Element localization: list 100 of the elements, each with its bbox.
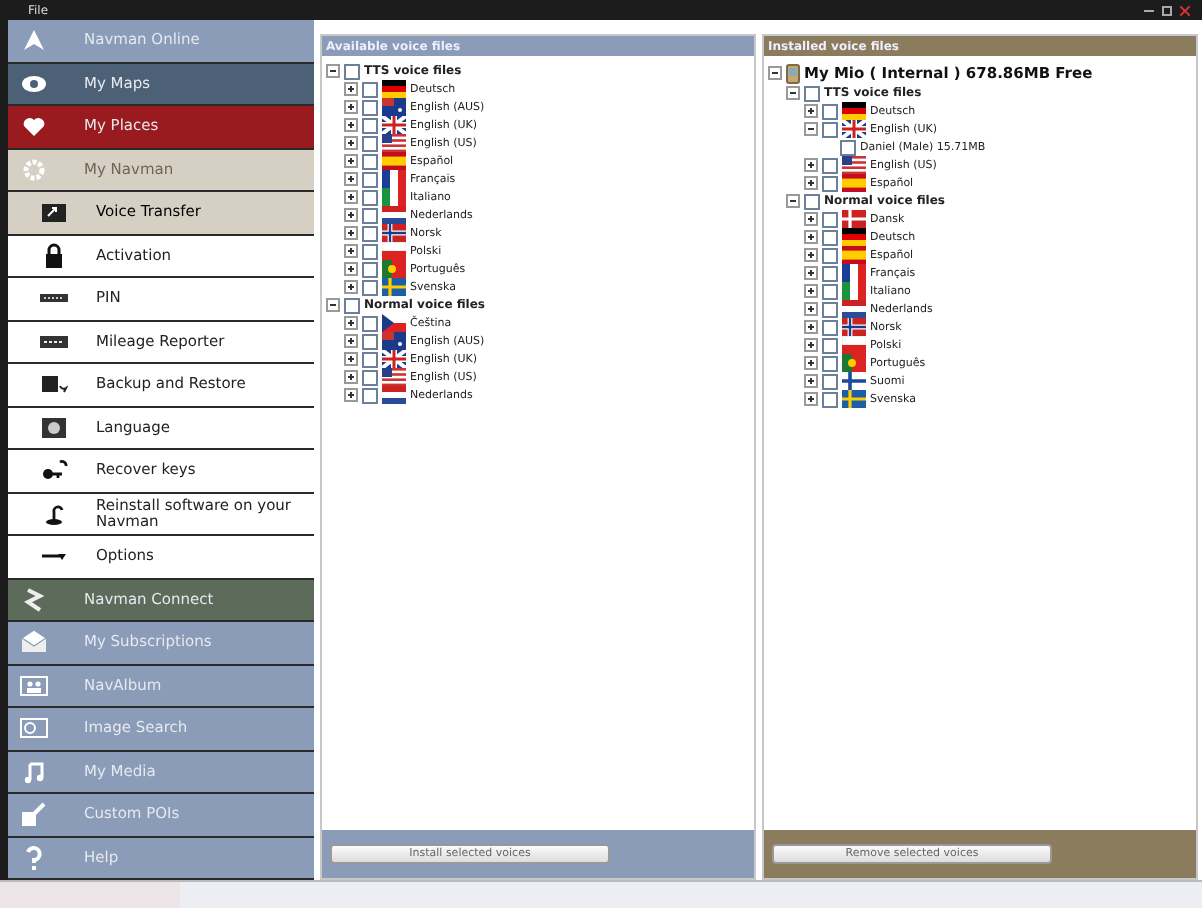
heart-icon — [20, 112, 48, 141]
padlock-icon — [40, 241, 68, 270]
checkbox[interactable] — [822, 121, 838, 137]
expand-icon[interactable] — [804, 266, 818, 280]
minimize-icon[interactable] — [1144, 7, 1154, 13]
checkbox[interactable] — [362, 243, 378, 259]
expand-icon[interactable] — [804, 284, 818, 298]
expand-icon[interactable] — [344, 100, 358, 114]
expand-icon[interactable] — [344, 316, 358, 330]
expand-icon[interactable] — [344, 154, 358, 168]
checkbox[interactable] — [362, 261, 378, 277]
checkbox[interactable] — [362, 207, 378, 223]
close-icon[interactable] — [1180, 5, 1190, 15]
checkbox[interactable] — [362, 369, 378, 385]
checkbox[interactable] — [822, 337, 838, 353]
checkbox[interactable] — [362, 279, 378, 295]
checkbox[interactable] — [822, 301, 838, 317]
checkbox[interactable] — [362, 81, 378, 97]
music-note-icon — [20, 757, 48, 786]
checkbox[interactable] — [362, 315, 378, 331]
camera-icon — [20, 714, 48, 743]
expand-icon[interactable] — [804, 158, 818, 172]
flag-icon — [842, 300, 866, 318]
flag-icon — [842, 102, 866, 120]
collapse-icon[interactable] — [786, 86, 800, 100]
flag-icon — [382, 368, 406, 386]
flag-icon — [842, 282, 866, 300]
checkbox[interactable] — [362, 333, 378, 349]
expand-icon[interactable] — [804, 104, 818, 118]
gear-icon — [20, 155, 48, 184]
collapse-icon[interactable] — [804, 122, 818, 136]
checkbox[interactable] — [344, 63, 360, 79]
checkbox[interactable] — [362, 351, 378, 367]
checkbox[interactable] — [822, 283, 838, 299]
flag-icon — [842, 318, 866, 336]
expand-icon[interactable] — [804, 320, 818, 334]
flag-icon — [842, 210, 866, 228]
expand-icon[interactable] — [804, 248, 818, 262]
expand-icon[interactable] — [344, 82, 358, 96]
expand-icon[interactable] — [804, 302, 818, 316]
checkbox[interactable] — [822, 103, 838, 119]
expand-icon[interactable] — [344, 370, 358, 384]
expand-icon[interactable] — [344, 244, 358, 258]
checkbox[interactable] — [804, 193, 820, 209]
expand-icon[interactable] — [344, 208, 358, 222]
checkbox[interactable] — [362, 153, 378, 169]
collapse-icon[interactable] — [768, 66, 782, 80]
envelope-icon — [20, 628, 48, 657]
checkbox[interactable] — [822, 391, 838, 407]
expand-icon[interactable] — [344, 262, 358, 276]
checkbox[interactable] — [362, 171, 378, 187]
collapse-icon[interactable] — [326, 64, 340, 78]
checkbox[interactable] — [362, 117, 378, 133]
expand-icon[interactable] — [344, 352, 358, 366]
expand-icon[interactable] — [344, 118, 358, 132]
expand-icon[interactable] — [804, 212, 818, 226]
flag-icon — [382, 134, 406, 152]
checkbox[interactable] — [804, 85, 820, 101]
checkbox[interactable] — [362, 135, 378, 151]
flag-icon — [842, 156, 866, 174]
expand-icon[interactable] — [344, 190, 358, 204]
checkbox[interactable] — [822, 247, 838, 263]
flag-icon — [842, 228, 866, 246]
expand-icon[interactable] — [344, 172, 358, 186]
expand-icon[interactable] — [344, 226, 358, 240]
expand-icon[interactable] — [804, 230, 818, 244]
checkbox[interactable] — [840, 139, 856, 155]
flag-icon — [842, 336, 866, 354]
expand-icon[interactable] — [804, 338, 818, 352]
expand-icon[interactable] — [804, 176, 818, 190]
checkbox[interactable] — [822, 211, 838, 227]
expand-icon[interactable] — [804, 392, 818, 406]
checkbox[interactable] — [822, 319, 838, 335]
checkbox[interactable] — [822, 355, 838, 371]
checkbox[interactable] — [822, 373, 838, 389]
checkbox[interactable] — [362, 387, 378, 403]
flag-icon — [842, 372, 866, 390]
collapse-icon[interactable] — [326, 298, 340, 312]
expand-icon[interactable] — [344, 334, 358, 348]
flag-icon — [842, 120, 866, 138]
checkbox[interactable] — [822, 157, 838, 173]
flag-icon — [842, 246, 866, 264]
expand-icon[interactable] — [344, 388, 358, 402]
checkbox[interactable] — [362, 189, 378, 205]
expand-icon[interactable] — [344, 280, 358, 294]
checkbox[interactable] — [822, 265, 838, 281]
expand-icon[interactable] — [344, 136, 358, 150]
flag-icon — [382, 116, 406, 134]
flag-icon — [382, 80, 406, 98]
checkbox[interactable] — [822, 175, 838, 191]
checkbox[interactable] — [362, 225, 378, 241]
maximize-icon[interactable] — [1162, 5, 1172, 15]
flag-icon — [382, 152, 406, 170]
expand-icon[interactable] — [804, 374, 818, 388]
checkbox[interactable] — [822, 229, 838, 245]
checkbox[interactable] — [362, 99, 378, 115]
collapse-icon[interactable] — [786, 194, 800, 208]
checkbox[interactable] — [344, 297, 360, 313]
expand-icon[interactable] — [804, 356, 818, 370]
flag-icon — [382, 242, 406, 260]
